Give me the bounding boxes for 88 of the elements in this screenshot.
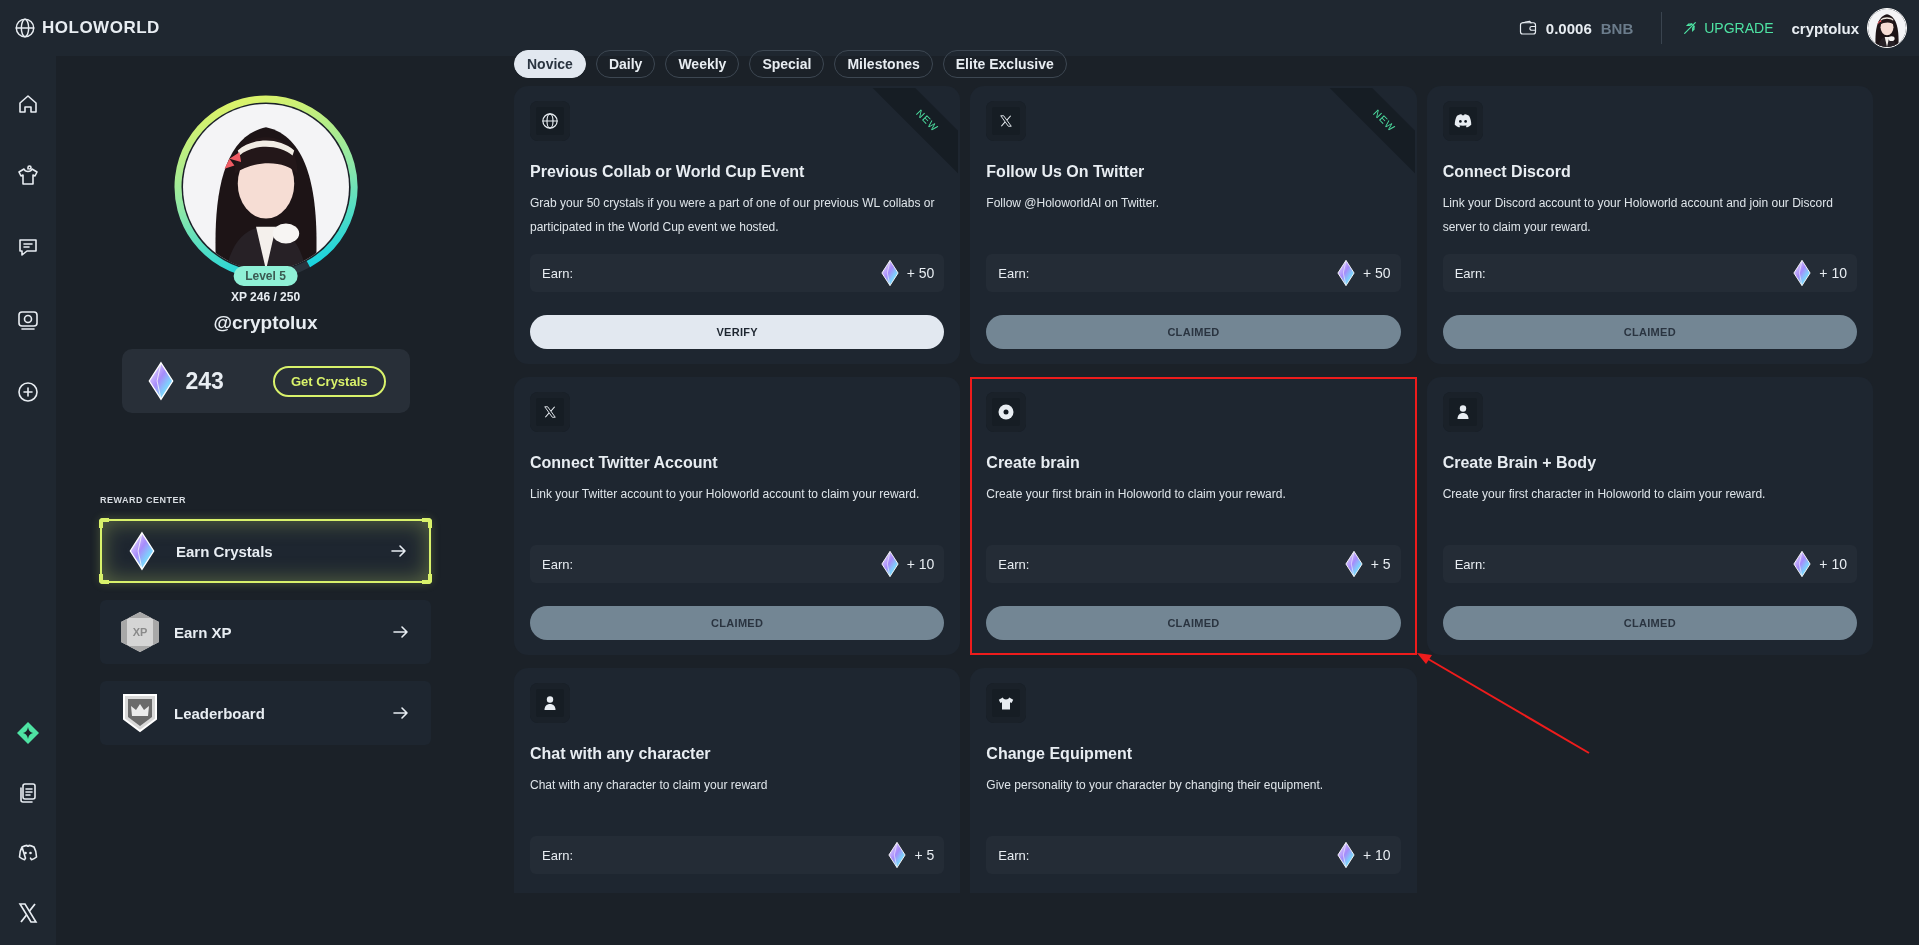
reward-menu-item[interactable]: XP Earn XP bbox=[100, 600, 431, 664]
corner-bracket bbox=[422, 518, 432, 528]
get-crystals-button[interactable]: Get Crystals bbox=[272, 365, 386, 397]
username: @cryptolux bbox=[213, 312, 318, 334]
xp-text: XP 246 / 250 bbox=[230, 290, 301, 304]
card-title: Connect Twitter Account bbox=[530, 453, 719, 473]
reward-amount: + 10 bbox=[1819, 265, 1847, 281]
corner-bracket bbox=[99, 574, 109, 584]
arrow-right-icon bbox=[391, 544, 407, 558]
monitor-icon[interactable] bbox=[16, 308, 40, 332]
dot-circle-icon bbox=[998, 404, 1015, 420]
logo-text: HOLOWORLD bbox=[42, 18, 160, 38]
crystal-icon bbox=[880, 550, 899, 578]
card-description: Create your first brain in Holoworld to claim your reward. bbox=[986, 486, 1287, 503]
earn-label: Earn: bbox=[1454, 265, 1486, 281]
claimed-button: CLAIMED bbox=[1442, 315, 1857, 349]
claimed-button: CLAIMED bbox=[986, 606, 1401, 640]
reward-amount: + 10 bbox=[1819, 556, 1847, 572]
crystal-icon bbox=[880, 259, 899, 287]
card-description: Grab your 50 crystals if you were a part of one of our previous WL collabs or participated in the World Cup event we hosted. bbox=[530, 195, 936, 236]
crystal-icon bbox=[1337, 259, 1355, 287]
card-description: Link your Twitter account to your Holoworld account to claim your reward. bbox=[530, 486, 921, 503]
card-title: Change Equipment bbox=[986, 744, 1134, 764]
level-badge: Level 5 bbox=[233, 266, 298, 286]
home-icon[interactable] bbox=[16, 92, 40, 116]
reward-menu-item[interactable]: Earn Crystals bbox=[100, 519, 431, 583]
x-logo-icon bbox=[999, 114, 1014, 128]
earn-label: Earn: bbox=[1454, 556, 1486, 572]
arrow-right-icon bbox=[393, 625, 409, 639]
crystal-icon bbox=[147, 361, 174, 401]
section-heading: REWARD CENTER bbox=[100, 495, 186, 505]
reward-menu-item[interactable]: Leaderboard bbox=[100, 681, 431, 745]
card-description: Link your Discord account to your Holoworld account and join our Discord server to claim your reward. bbox=[1442, 195, 1834, 236]
username: cryptolux bbox=[1791, 19, 1859, 37]
reward-amount: + 5 bbox=[914, 847, 935, 863]
claimed-button: CLAIMED bbox=[1442, 606, 1857, 640]
earn-label: Earn: bbox=[542, 265, 574, 281]
card-title: Create Brain + Body bbox=[1442, 453, 1598, 473]
corner-bracket bbox=[422, 574, 432, 584]
x-logo-icon[interactable] bbox=[16, 901, 40, 925]
corner-bracket bbox=[99, 518, 109, 528]
balance-amount: 0.0006 bbox=[1545, 19, 1592, 37]
card-title: Connect Discord bbox=[1442, 162, 1572, 182]
shield-crown-icon bbox=[122, 693, 158, 733]
globe-icon bbox=[541, 112, 559, 130]
crystal-icon bbox=[1337, 841, 1355, 869]
earn-label: Earn: bbox=[542, 556, 574, 572]
currency-label: BNB bbox=[1600, 19, 1634, 37]
crystal-icon bbox=[1793, 550, 1812, 578]
card-description: Give personality to your character by changing their equipment. bbox=[986, 777, 1325, 794]
sparkle-diamond-icon[interactable] bbox=[16, 721, 40, 745]
reward-amount: + 50 bbox=[906, 265, 935, 281]
person-icon bbox=[1456, 405, 1469, 419]
shirt-icon[interactable] bbox=[16, 164, 40, 188]
xp-badge-icon: XP bbox=[121, 612, 159, 652]
reward-amount: + 5 bbox=[1370, 556, 1391, 572]
reward-amount: + 50 bbox=[1363, 265, 1391, 281]
reward-amount: + 10 bbox=[906, 556, 935, 572]
shirt-icon bbox=[998, 696, 1015, 710]
arrow-right-icon bbox=[393, 706, 409, 720]
earn-label: Earn: bbox=[998, 847, 1030, 863]
x-logo-icon bbox=[543, 405, 557, 419]
earn-label: Earn: bbox=[998, 556, 1030, 572]
card-description: Chat with any character to claim your reward bbox=[530, 777, 769, 794]
card-description: Create your first character in Holoworld to claim your reward. bbox=[1442, 486, 1767, 503]
crystal-icon bbox=[129, 531, 155, 571]
card-title: Chat with any character bbox=[530, 744, 712, 764]
plus-circle-icon[interactable] bbox=[16, 380, 40, 404]
claimed-button: CLAIMED bbox=[986, 315, 1401, 349]
earn-label: Earn: bbox=[542, 847, 574, 863]
card-title: Previous Collab or World Cup Event bbox=[530, 162, 806, 182]
crystal-icon bbox=[888, 841, 907, 869]
claimed-button: CLAIMED bbox=[530, 606, 945, 640]
earn-label: Earn: bbox=[998, 265, 1030, 281]
tab[interactable]: Novice bbox=[514, 50, 586, 78]
discord-icon bbox=[1453, 114, 1472, 128]
crystal-icon bbox=[1793, 259, 1812, 287]
card-description: Follow @HoloworldAI on Twitter. bbox=[986, 195, 1161, 212]
card-title: Follow Us On Twitter bbox=[986, 162, 1146, 182]
person-icon bbox=[544, 696, 556, 710]
crystal-icon bbox=[1344, 550, 1363, 578]
wallet-icon bbox=[1518, 20, 1537, 36]
logo-icon bbox=[14, 17, 36, 39]
crystal-count: 243 bbox=[185, 367, 224, 395]
card-title: Create brain bbox=[986, 453, 1081, 473]
reward-amount: + 10 bbox=[1363, 847, 1391, 863]
verify-button[interactable]: VERIFY bbox=[530, 315, 945, 349]
upgrade-button[interactable]: UPGRADE bbox=[1682, 20, 1774, 36]
